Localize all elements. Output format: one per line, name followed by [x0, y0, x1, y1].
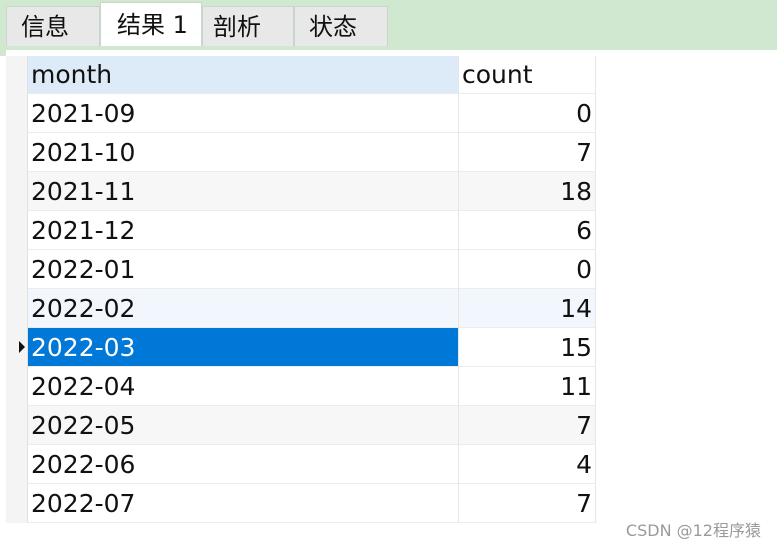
table-row[interactable]: 2021-09 0 [6, 94, 596, 133]
row-indicator-header [6, 56, 28, 94]
cell-count[interactable]: 7 [459, 133, 596, 172]
row-indicator[interactable] [6, 484, 28, 523]
table-row[interactable]: 2021-11 18 [6, 172, 596, 211]
cell-month[interactable]: 2021-09 [28, 94, 459, 133]
row-indicator[interactable] [6, 445, 28, 484]
row-indicator[interactable] [6, 250, 28, 289]
cell-count[interactable]: 4 [459, 445, 596, 484]
watermark: CSDN @12程序猿 [625, 521, 761, 540]
grid-header-row: month count [6, 56, 596, 94]
tab-status[interactable]: 状态 [294, 6, 388, 46]
result-grid[interactable]: month count 2021-09 0 2021-10 7 2021-11 … [6, 56, 596, 523]
table-row-selected[interactable]: 2022-03 15 [6, 328, 596, 367]
tab-profile[interactable]: 剖析 [202, 6, 294, 46]
column-header-count[interactable]: count [459, 56, 596, 94]
table-row[interactable]: 2021-12 6 [6, 211, 596, 250]
current-row-arrow-icon [19, 341, 25, 353]
cell-count[interactable]: 18 [459, 172, 596, 211]
table-row[interactable]: 2022-04 11 [6, 367, 596, 406]
row-indicator[interactable] [6, 133, 28, 172]
cell-month[interactable]: 2022-02 [28, 289, 459, 328]
cell-month[interactable]: 2022-01 [28, 250, 459, 289]
row-indicator[interactable] [6, 172, 28, 211]
table-row[interactable]: 2022-05 7 [6, 406, 596, 445]
row-indicator[interactable] [6, 94, 28, 133]
row-indicator[interactable] [6, 406, 28, 445]
cell-month[interactable]: 2022-07 [28, 484, 459, 523]
cell-count[interactable]: 0 [459, 250, 596, 289]
cell-count[interactable]: 7 [459, 406, 596, 445]
cell-count[interactable]: 7 [459, 484, 596, 523]
tab-info[interactable]: 信息 [6, 6, 100, 46]
table-row[interactable]: 2022-01 0 [6, 250, 596, 289]
cell-count[interactable]: 15 [459, 328, 596, 367]
table-row[interactable]: 2022-07 7 [6, 484, 596, 523]
row-indicator[interactable] [6, 211, 28, 250]
cell-month[interactable]: 2022-06 [28, 445, 459, 484]
cell-count[interactable]: 6 [459, 211, 596, 250]
table-row[interactable]: 2022-06 4 [6, 445, 596, 484]
row-indicator[interactable] [6, 289, 28, 328]
tab-result-1[interactable]: 结果 1 [100, 2, 202, 50]
cell-month[interactable]: 2022-04 [28, 367, 459, 406]
table-row[interactable]: 2022-02 14 [6, 289, 596, 328]
cell-month-selected[interactable]: 2022-03 [28, 328, 459, 367]
column-header-month[interactable]: month [28, 56, 459, 94]
result-tab-bar: 信息 结果 1 剖析 状态 [0, 0, 777, 50]
tab-bar-bottom-strip [0, 46, 777, 56]
cell-count[interactable]: 14 [459, 289, 596, 328]
cell-month[interactable]: 2021-12 [28, 211, 459, 250]
row-indicator[interactable] [6, 367, 28, 406]
cell-count[interactable]: 11 [459, 367, 596, 406]
cell-count[interactable]: 0 [459, 94, 596, 133]
cell-month[interactable]: 2022-05 [28, 406, 459, 445]
cell-month[interactable]: 2021-11 [28, 172, 459, 211]
cell-month[interactable]: 2021-10 [28, 133, 459, 172]
row-indicator-current[interactable] [6, 328, 28, 367]
table-row[interactable]: 2021-10 7 [6, 133, 596, 172]
